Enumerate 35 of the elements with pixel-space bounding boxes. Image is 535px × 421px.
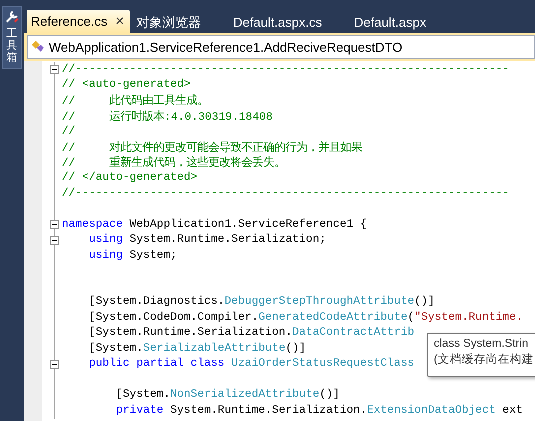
code-line: using System.Runtime.Serialization; [88, 234, 326, 246]
toolbox-tab[interactable]: 工具箱 [2, 6, 22, 70]
code-line: // [62, 126, 76, 138]
code-line: // 运行时版本:4.0.30319.18408 [62, 110, 273, 124]
code-line: [System.Diagnostics.DebuggerStepThroughAttribute()] [88, 296, 435, 308]
code-line: // 此代码由工具生成。 [62, 94, 208, 108]
code-line: public partial class UzaiOrderStatusRequestClass [88, 358, 415, 370]
document-tab[interactable]: Reference.cs × [27, 10, 130, 33]
code-line: private System.Runtime.Serialization.ExtensionDataObject ext [115, 404, 524, 417]
type-dropdown[interactable]: WebApplication1.ServiceReference1.AddReciveRequestDTO [27, 35, 535, 59]
code-line: // 对此文件的更改可能会导致不正确的行为，并且如果 [62, 140, 362, 155]
wrench-icon [4, 9, 20, 25]
code-line: [System.CodeDom.Compiler.GeneratedCodeAttribute("System.Runtime. [88, 312, 524, 324]
class-icon [31, 40, 45, 54]
code-line: // 重新生成代码，这些更改将会丢失。 [62, 155, 286, 170]
code-line: [System.NonSerializedAttribute()] [115, 389, 340, 402]
collapse-icon[interactable] [50, 236, 59, 245]
code-line: // <auto-generated> [62, 79, 191, 92]
collapse-icon[interactable] [50, 360, 59, 369]
code-line: [System.SerializableAttribute()] [88, 342, 306, 355]
close-icon[interactable]: × [116, 14, 124, 29]
tooltip-text: class System.Strin [434, 338, 530, 350]
code-line: //---------------------------------------------------------------- [62, 188, 510, 200]
document-tab[interactable]: Default.aspx [348, 12, 440, 33]
code-line: using System; [88, 250, 178, 262]
collapse-icon[interactable] [50, 65, 59, 74]
code-line: //---------------------------------------------------------------- [62, 64, 510, 76]
document-tab[interactable]: Default.aspx.cs [227, 12, 336, 33]
code-line: // </auto-generated> [62, 172, 198, 184]
collapse-icon[interactable] [50, 220, 59, 230]
code-line: [System.Runtime.Serialization.DataContractAttrib [88, 327, 415, 340]
document-tab[interactable]: 对象浏览器 [130, 12, 216, 33]
tooltip-text: (文档缓存尚在构建 [434, 352, 535, 367]
toolbox-label: 工具箱 [6, 28, 18, 64]
code-line: namespace WebApplication1.ServiceReference1 { [62, 218, 368, 231]
